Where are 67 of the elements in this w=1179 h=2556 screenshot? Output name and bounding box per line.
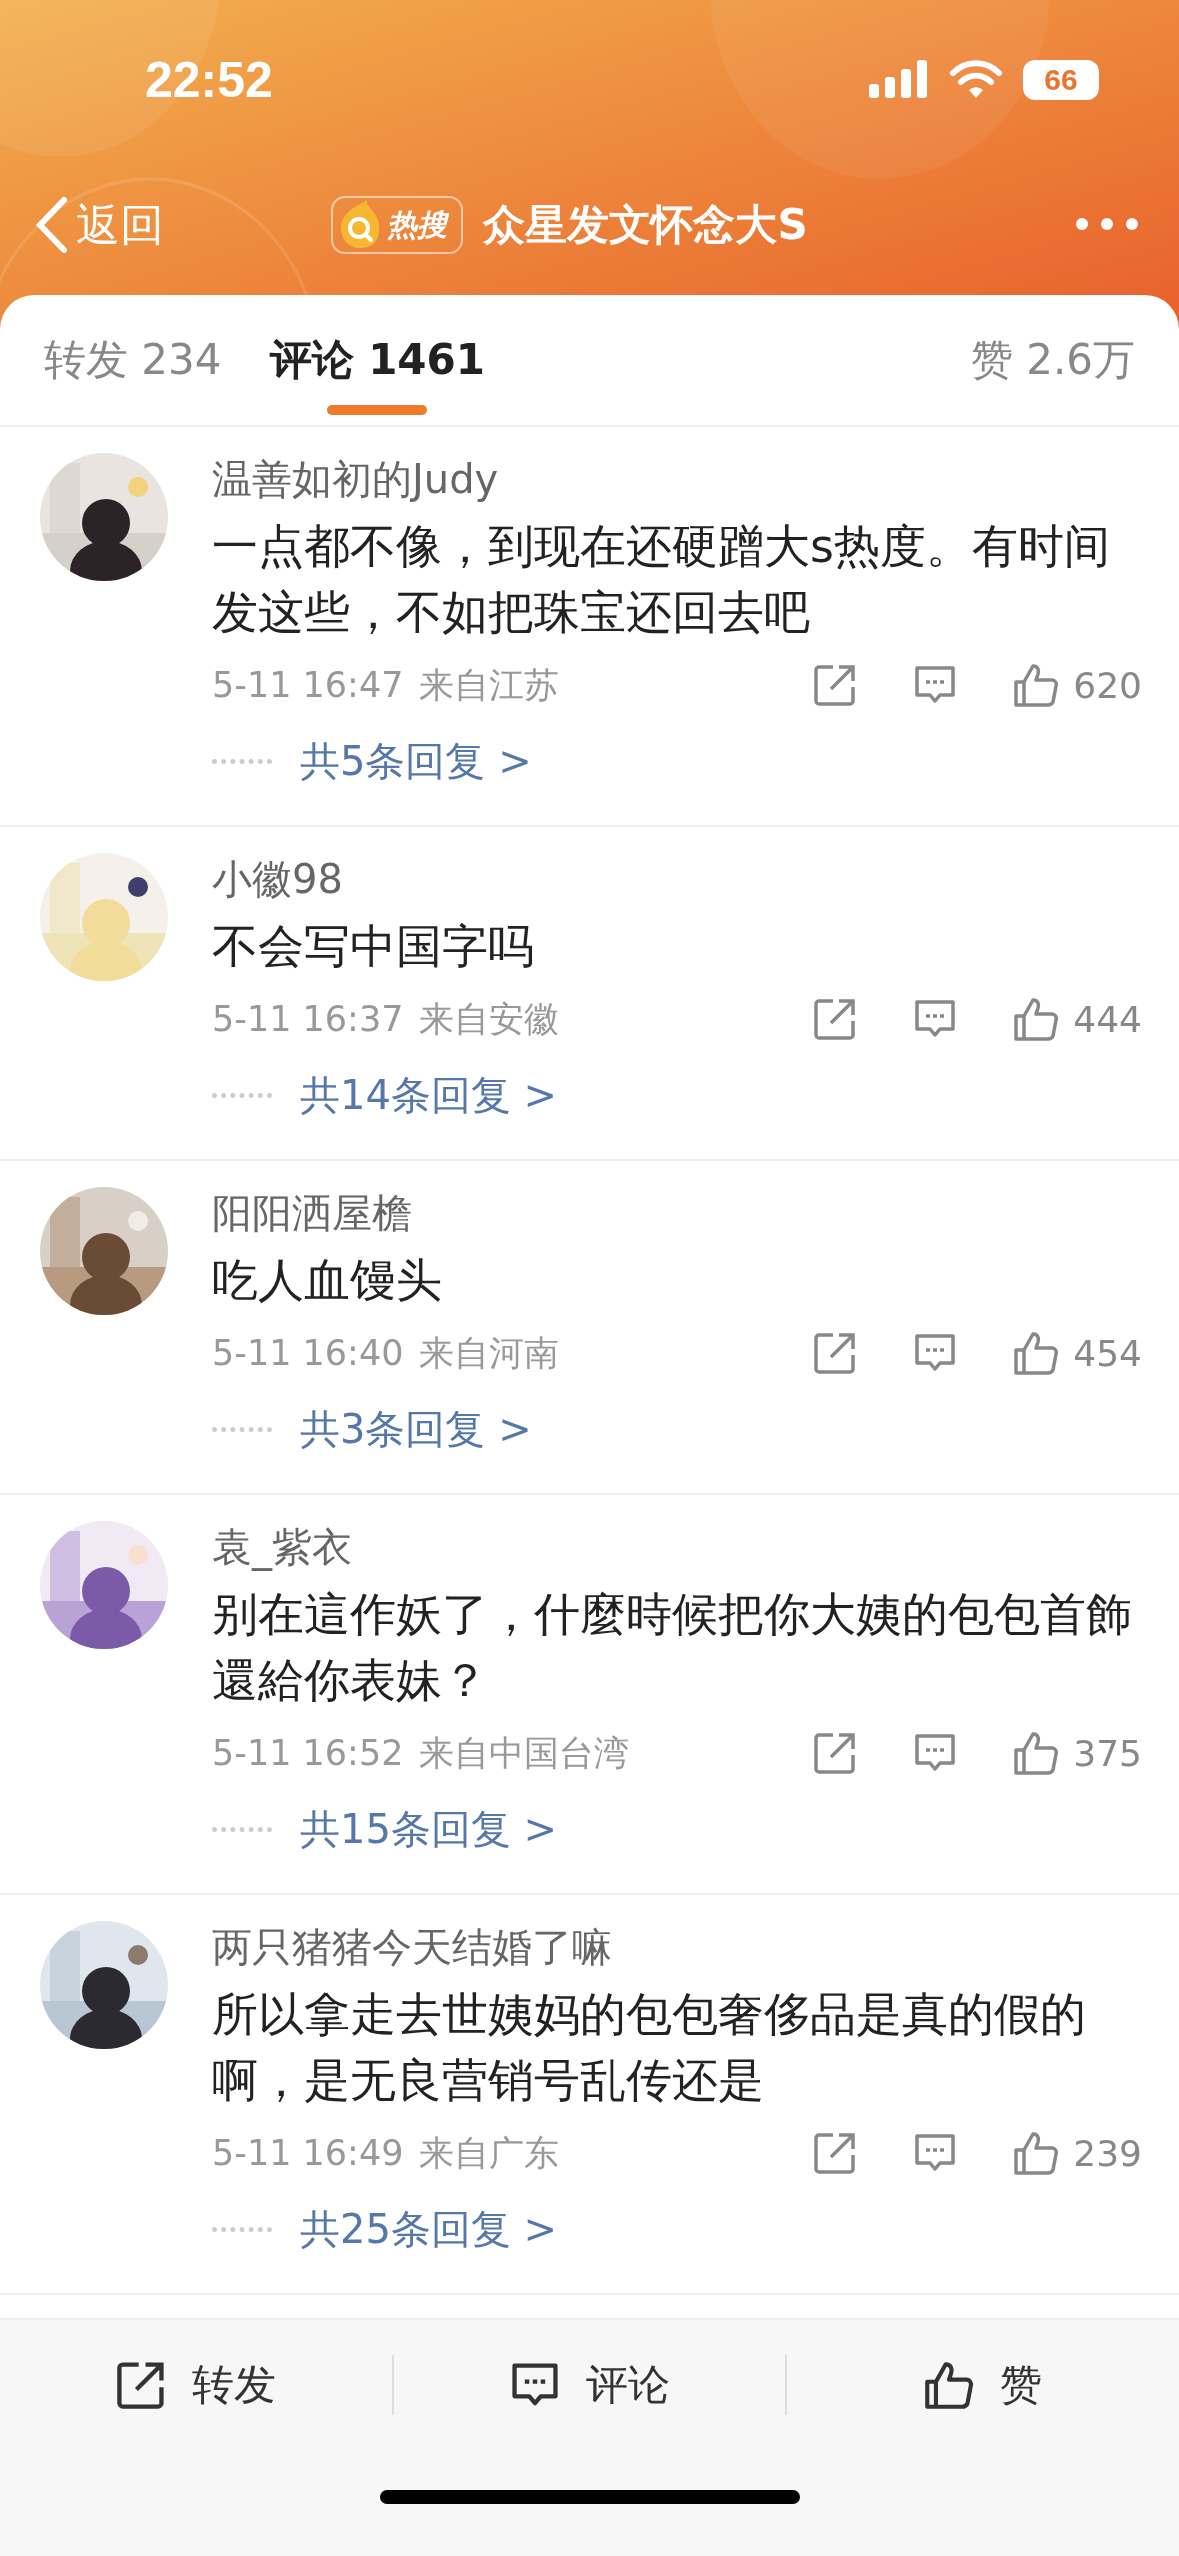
comment-time: 5-11 16:47 [212, 665, 404, 705]
replies-link[interactable]: 共5条回复 > [300, 733, 532, 789]
comment-location: 来自安徽 [419, 997, 560, 1041]
battery-level: 66 [1044, 63, 1078, 97]
like-button[interactable]: 375 [1013, 1730, 1142, 1776]
share-button[interactable] [813, 997, 858, 1041]
tab[interactable]: 评论 1461 [269, 295, 486, 425]
comment-time: 5-11 16:40 [212, 1333, 404, 1373]
tab[interactable]: 转发 234 [44, 295, 222, 425]
share-icon [813, 2131, 858, 2175]
like-button[interactable]: 239 [1013, 2130, 1142, 2176]
dotted-leader [212, 758, 272, 764]
user-name[interactable]: 阳阳洒屋檐 [212, 1187, 1142, 1239]
comment-location: 来自广东 [419, 2131, 560, 2175]
user-name[interactable]: 小徽98 [212, 853, 1142, 905]
thumbs-up-icon [924, 2360, 975, 2410]
like-button[interactable]: 454 [1013, 1330, 1142, 1376]
wifi-icon [949, 60, 1003, 100]
like-button[interactable]: 赞 [787, 2357, 1179, 2413]
dotted-leader [212, 1426, 272, 1432]
comment-text: 不会写中国字吗 [212, 918, 535, 975]
replies-link[interactable]: 共15条回复 > [300, 1801, 558, 1857]
share-icon [813, 663, 858, 707]
more-icon [1075, 216, 1139, 231]
back-button[interactable]: 返回 [34, 195, 164, 255]
dotted-leader [212, 2226, 272, 2232]
share-button[interactable] [813, 1331, 858, 1375]
comment-text: 所以拿走去世姨妈的包包奢侈品是真的假的啊，是无良营销号乱传还是 [212, 1986, 1087, 2109]
user-name[interactable]: 温善如初的Judy [212, 453, 1142, 505]
tab[interactable]: 赞 2.6万 [970, 295, 1135, 425]
repost-button[interactable]: 转发 [0, 2357, 392, 2413]
dotted-leader [212, 1826, 272, 1832]
comment-button[interactable]: 评论 [393, 2357, 786, 2413]
replies-link[interactable]: 共25条回复 > [300, 2201, 558, 2257]
comment-location: 来自江苏 [419, 663, 560, 707]
comment-text: 一点都不像，到现在还硬蹭大s热度。有时间发这些，不如把珠宝还回去吧 [212, 518, 1111, 641]
chevron-left-icon [34, 196, 70, 254]
signal-icon [869, 60, 929, 100]
thumbs-up-icon [1013, 1730, 1060, 1776]
thumbs-up-icon [1013, 2130, 1060, 2176]
share-icon [813, 1331, 858, 1375]
thumbs-up-icon [1013, 662, 1060, 708]
thumbs-up-icon [1013, 1330, 1060, 1376]
share-icon [115, 2360, 166, 2410]
like-button[interactable]: 620 [1013, 662, 1142, 708]
user-name[interactable]: 袁_紫衣 [212, 1521, 1142, 1573]
comment-time: 5-11 16:49 [212, 2133, 404, 2173]
user-name[interactable]: 两只猪猪今天结婚了嘛 [212, 1921, 1142, 1973]
hot-search-badge[interactable]: 热搜 [331, 196, 464, 254]
share-icon [813, 997, 858, 1041]
share-button[interactable] [813, 1731, 858, 1775]
share-icon [813, 1731, 858, 1775]
status-time: 22:52 [145, 51, 273, 109]
comment-time: 5-11 16:37 [212, 999, 404, 1039]
dotted-leader [212, 1092, 272, 1098]
comment-text: 吃人血馒头 [212, 1252, 443, 1309]
comment-text: 别在這作妖了，什麼時候把你大姨的包包首飾還給你表妹？ [212, 1586, 1133, 1709]
replies-link[interactable]: 共14条回复 > [300, 1067, 558, 1123]
share-button[interactable] [813, 663, 858, 707]
thumbs-up-icon [1013, 996, 1060, 1042]
comment-location: 来自河南 [419, 1331, 560, 1375]
comment-time: 5-11 16:52 [212, 1733, 404, 1773]
replies-link[interactable]: 共3条回复 > [300, 1401, 532, 1457]
like-button[interactable]: 444 [1013, 996, 1142, 1042]
comment-location: 来自中国台湾 [419, 1731, 630, 1775]
page-title: 众星发文怀念大S [483, 199, 808, 251]
share-button[interactable] [813, 2131, 858, 2175]
